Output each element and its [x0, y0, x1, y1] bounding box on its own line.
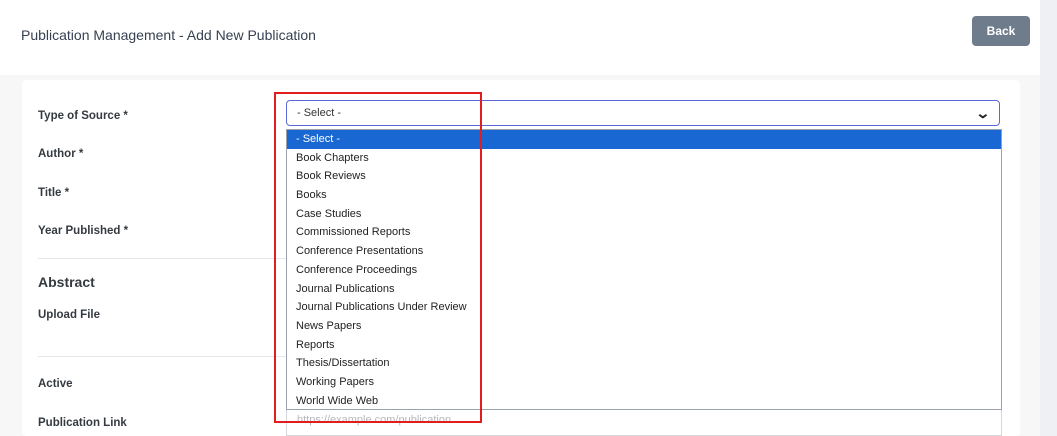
dropdown-option[interactable]: Journal Publications Under Review — [287, 298, 1001, 317]
scroll-gutter — [1040, 0, 1057, 436]
page-title: Publication Management - Add New Publica… — [21, 27, 316, 43]
dropdown-option[interactable]: Case Studies — [287, 205, 1001, 224]
dropdown-option[interactable]: Working Papers — [287, 373, 1001, 392]
chevron-down-icon[interactable]: ⌄ — [976, 105, 991, 122]
section-divider — [38, 258, 290, 259]
dropdown-option[interactable]: Reports — [287, 336, 1001, 355]
dropdown-option[interactable]: Books — [287, 186, 1001, 205]
publication-link-label: Publication Link — [38, 417, 127, 429]
select-current-value: - Select - — [297, 107, 342, 119]
dropdown-option[interactable]: News Papers — [287, 317, 1001, 336]
author-label: Author * — [38, 148, 84, 160]
publication-link-field[interactable] — [286, 410, 1021, 436]
year-published-label: Year Published * — [38, 225, 129, 237]
dropdown-option[interactable]: Thesis/Dissertation — [287, 354, 1001, 373]
type-of-source-dropdown[interactable]: - Select - Book Chapters Book Reviews Books… — [286, 129, 1002, 410]
page-header: Publication Management - Add New Publica… — [0, 0, 1040, 75]
type-of-source-label: Type of Source * — [38, 110, 128, 122]
publication-link-input[interactable] — [287, 410, 1021, 430]
active-label: Active — [38, 378, 73, 390]
dropdown-option[interactable]: Book Chapters — [287, 149, 1001, 168]
dropdown-option[interactable]: Conference Presentations — [287, 242, 1001, 261]
abstract-heading: Abstract — [38, 274, 95, 290]
dropdown-option[interactable]: Book Reviews — [287, 167, 1001, 186]
back-button[interactable]: Back — [972, 16, 1030, 46]
dropdown-option[interactable]: World Wide Web — [287, 392, 1001, 409]
title-label: Title * — [38, 187, 70, 199]
dropdown-option[interactable]: Commissioned Reports — [287, 223, 1001, 242]
dropdown-option[interactable]: Conference Proceedings — [287, 261, 1001, 280]
type-of-source-select[interactable]: - Select - ⌄ — [286, 100, 1000, 126]
section-divider — [38, 356, 290, 357]
dropdown-option[interactable]: - Select - — [287, 130, 1001, 149]
upload-file-label: Upload File — [38, 309, 100, 321]
dropdown-option[interactable]: Journal Publications — [287, 280, 1001, 299]
